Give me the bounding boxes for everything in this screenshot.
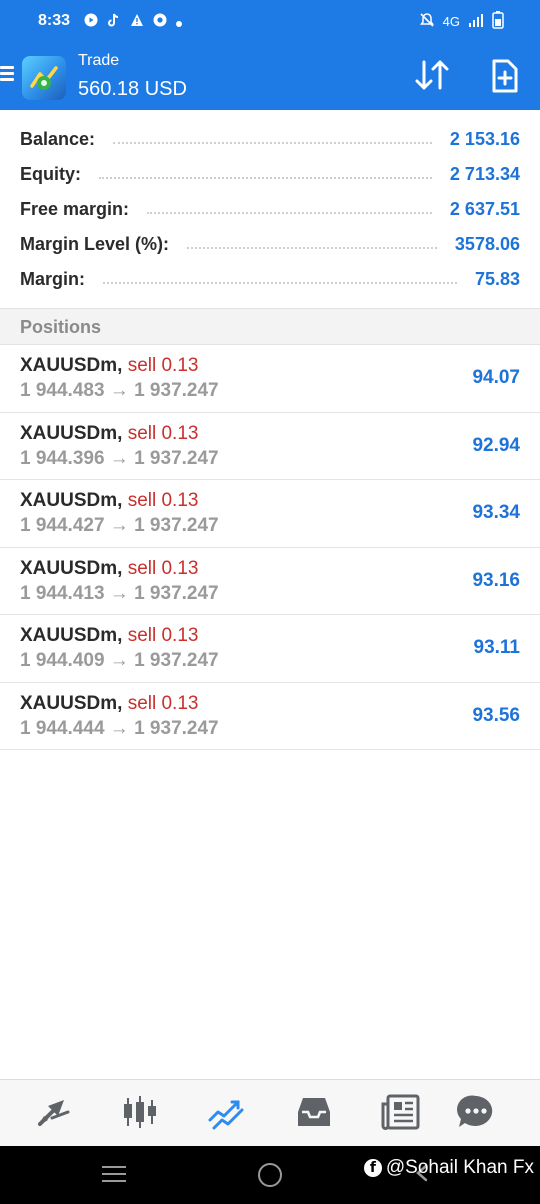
position-symbol: XAUUSDm, bbox=[20, 490, 123, 511]
position-side: sell 0.13 bbox=[127, 490, 199, 511]
position-side: sell 0.13 bbox=[127, 692, 199, 714]
position-symbol: XAUUSDm, bbox=[20, 692, 123, 714]
trade-icon[interactable] bbox=[206, 1094, 246, 1130]
home-icon[interactable] bbox=[258, 1163, 282, 1187]
system-indicators: 4G bbox=[419, 11, 504, 32]
position-profit: 93.16 bbox=[472, 569, 520, 591]
menu-icon[interactable] bbox=[0, 66, 14, 82]
chart-icon[interactable] bbox=[120, 1094, 160, 1130]
account-profit: 560.18 USD bbox=[78, 78, 187, 100]
mute-icon bbox=[419, 12, 435, 31]
summary-value: 2 637.51 bbox=[449, 198, 520, 219]
new-order-icon[interactable] bbox=[486, 58, 522, 94]
position-row[interactable]: XAUUSDm, sell 0.13 1 944.444 → 1 937.247… bbox=[0, 683, 540, 750]
position-symbol-line: XAUUSDm, sell 0.13 bbox=[20, 558, 198, 580]
tiktok-icon bbox=[107, 13, 121, 32]
position-side: sell 0.13 bbox=[127, 422, 199, 444]
section-title: Positions bbox=[20, 317, 102, 337]
summary-row-margin: Margin: 75.83 bbox=[20, 262, 520, 296]
summary-row-equity: Equity: 2 713.34 bbox=[20, 157, 520, 191]
summary-value: 2 713.34 bbox=[449, 163, 520, 184]
quotes-icon[interactable] bbox=[34, 1094, 74, 1130]
summary-value: 3578.06 bbox=[454, 233, 520, 254]
position-prices: 1 944.396 → 1 937.247 bbox=[20, 447, 219, 469]
dotted-leader bbox=[147, 212, 432, 214]
page-title: Trade bbox=[78, 52, 120, 69]
system-navigation-bar: f @Sohail Khan Fx bbox=[0, 1146, 540, 1204]
position-prices: 1 944.409 → 1 937.247 bbox=[20, 650, 219, 671]
facebook-icon: f bbox=[363, 1159, 382, 1177]
position-symbol: XAUUSDm, bbox=[20, 422, 123, 444]
dotted-leader bbox=[187, 247, 437, 249]
position-symbol-line: XAUUSDm, sell 0.13 bbox=[20, 693, 198, 715]
summary-value: 2 153.16 bbox=[449, 128, 520, 149]
summary-value: 75.83 bbox=[474, 268, 520, 289]
signal-icon bbox=[468, 13, 484, 30]
position-symbol-line: XAUUSDm, sell 0.13 bbox=[20, 423, 198, 445]
position-row[interactable]: XAUUSDm, sell 0.13 1 944.413 → 1 937.247… bbox=[0, 548, 540, 615]
position-profit: 93.11 bbox=[473, 637, 521, 658]
bottom-navigation bbox=[0, 1079, 540, 1146]
position-prices: 1 944.444 → 1 937.247 bbox=[20, 717, 219, 739]
chrome-icon bbox=[153, 13, 167, 32]
position-symbol: XAUUSDm, bbox=[20, 355, 123, 376]
chat-icon[interactable] bbox=[456, 1094, 496, 1130]
position-symbol: XAUUSDm, bbox=[20, 625, 123, 646]
battery-icon bbox=[492, 11, 504, 32]
network-type: 4G bbox=[442, 14, 460, 29]
recent-apps-icon[interactable] bbox=[102, 1166, 126, 1184]
position-row[interactable]: XAUUSDm, sell 0.13 1 944.483 → 1 937.247… bbox=[0, 345, 540, 413]
sort-icon[interactable] bbox=[412, 58, 452, 92]
status-bar: 8:33 4G bbox=[0, 0, 540, 44]
summary-row-margin-level: Margin Level (%): 3578.06 bbox=[20, 227, 520, 261]
position-side: sell 0.13 bbox=[127, 355, 199, 376]
alert-icon bbox=[130, 13, 144, 32]
summary-label: Free margin: bbox=[20, 198, 130, 219]
summary-label: Balance: bbox=[20, 128, 96, 149]
account-summary: Balance: 2 153.16 Equity: 2 713.34 Free … bbox=[0, 110, 540, 308]
dot-icon bbox=[176, 14, 182, 32]
position-side: sell 0.13 bbox=[127, 625, 199, 646]
summary-row-balance: Balance: 2 153.16 bbox=[20, 122, 520, 156]
position-symbol: XAUUSDm, bbox=[20, 557, 123, 579]
watermark: f @Sohail Khan Fx bbox=[363, 1157, 534, 1179]
history-icon[interactable] bbox=[294, 1094, 334, 1130]
summary-label: Margin: bbox=[20, 268, 85, 289]
position-profit: 93.34 bbox=[472, 502, 520, 523]
positions-header: Positions bbox=[0, 308, 540, 345]
app-bar: Trade 560.18 USD bbox=[0, 44, 540, 110]
position-row[interactable]: XAUUSDm, sell 0.13 1 944.427 → 1 937.247… bbox=[0, 480, 540, 548]
status-time: 8:33 bbox=[38, 12, 71, 29]
summary-label: Margin Level (%): bbox=[20, 233, 170, 254]
metatrader-logo bbox=[22, 56, 66, 100]
summary-label: Equity: bbox=[20, 163, 81, 184]
dotted-leader bbox=[113, 142, 432, 144]
youtube-icon bbox=[84, 13, 98, 32]
news-icon[interactable] bbox=[380, 1094, 420, 1130]
position-symbol-line: XAUUSDm, sell 0.13 bbox=[20, 490, 198, 512]
position-prices: 1 944.483 → 1 937.247 bbox=[20, 380, 219, 401]
dotted-leader bbox=[99, 177, 432, 179]
position-symbol-line: XAUUSDm, sell 0.13 bbox=[20, 625, 198, 647]
position-prices: 1 944.413 → 1 937.247 bbox=[20, 582, 219, 604]
position-row[interactable]: XAUUSDm, sell 0.13 1 944.396 → 1 937.247… bbox=[0, 413, 540, 480]
position-side: sell 0.13 bbox=[127, 557, 199, 579]
notification-icons bbox=[84, 13, 182, 32]
position-symbol-line: XAUUSDm, sell 0.13 bbox=[20, 355, 198, 377]
summary-row-free-margin: Free margin: 2 637.51 bbox=[20, 192, 520, 226]
dotted-leader bbox=[103, 282, 457, 284]
positions-list: XAUUSDm, sell 0.13 1 944.483 → 1 937.247… bbox=[0, 345, 540, 750]
position-prices: 1 944.427 → 1 937.247 bbox=[20, 515, 219, 536]
position-row[interactable]: XAUUSDm, sell 0.13 1 944.409 → 1 937.247… bbox=[0, 615, 540, 683]
position-profit: 94.07 bbox=[472, 367, 520, 388]
watermark-text: @Sohail Khan Fx bbox=[385, 1157, 534, 1178]
position-profit: 92.94 bbox=[472, 434, 520, 456]
position-profit: 93.56 bbox=[472, 704, 520, 726]
